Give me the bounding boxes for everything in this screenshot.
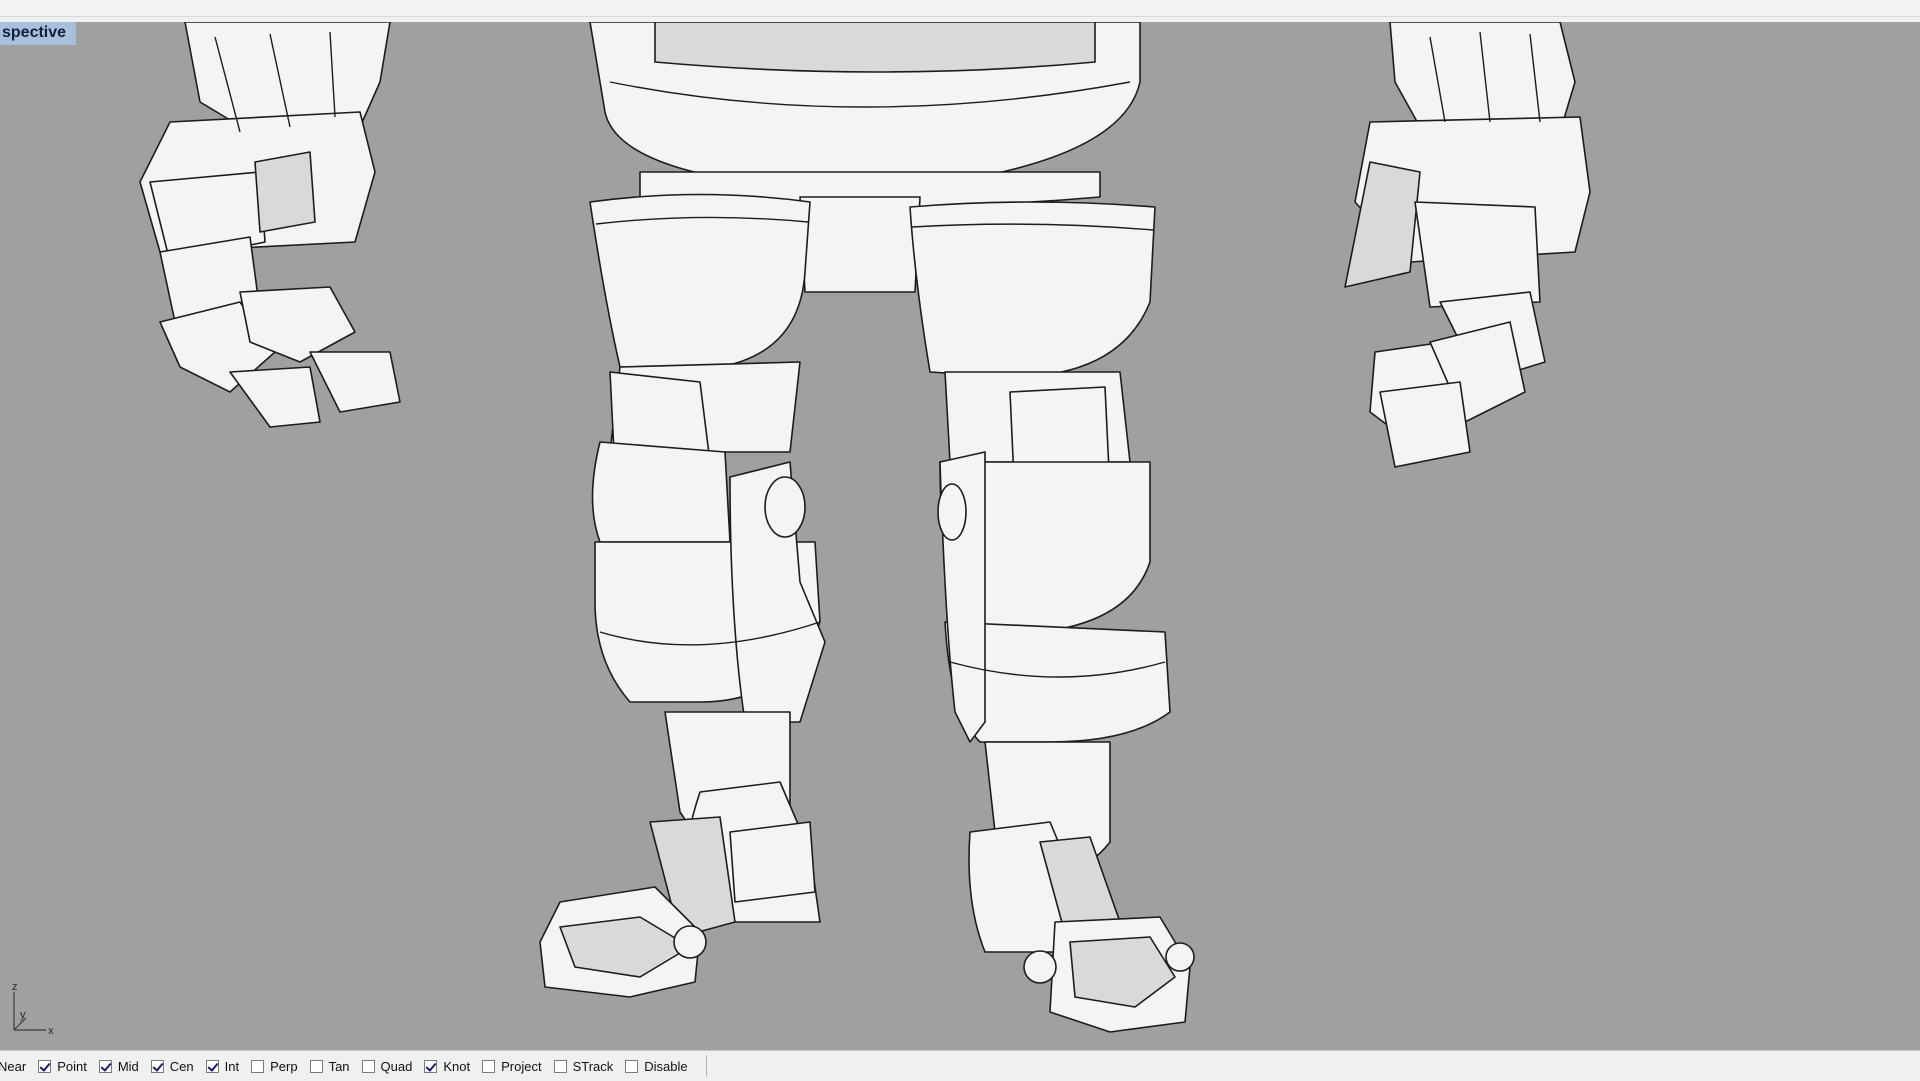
world-axes-icon: z y x	[6, 978, 66, 1038]
osnap-point-label: Point	[57, 1058, 87, 1074]
osnap-project-checkbox[interactable]	[482, 1059, 496, 1073]
osnap-cen[interactable]: Cen	[150, 1055, 194, 1077]
osnap-perp-label: Perp	[270, 1058, 298, 1074]
osnap-tan-label: Tan	[328, 1058, 350, 1074]
osnap-separator	[705, 1055, 707, 1077]
osnap-project[interactable]: Project	[482, 1055, 542, 1077]
robot-model[interactable]	[0, 22, 1920, 1050]
osnap-disable-checkbox[interactable]	[625, 1059, 639, 1073]
osnap-cen-checkbox[interactable]	[150, 1059, 164, 1073]
osnap-mid-label: Mid	[117, 1058, 139, 1074]
axis-z-label: z	[12, 981, 18, 993]
osnap-int-label: Int	[224, 1058, 240, 1074]
osnap-tan-checkbox[interactable]	[309, 1059, 323, 1073]
osnap-toolbar: Near Point Mid Cen Int Perp Tan Quad Kno…	[0, 1050, 1920, 1081]
osnap-near-label: Near	[0, 1058, 27, 1074]
osnap-disable-label: Disable	[644, 1058, 688, 1074]
axis-x-label: x	[48, 1025, 54, 1037]
perspective-viewport[interactable]: spective z y x	[0, 22, 1920, 1050]
left-hand	[139, 22, 401, 428]
osnap-mid[interactable]: Mid	[98, 1055, 139, 1077]
osnap-quad-label: Quad	[380, 1058, 413, 1074]
osnap-knot[interactable]: Knot	[424, 1055, 470, 1077]
viewport-title[interactable]: spective	[0, 22, 77, 45]
right-shin	[968, 741, 1195, 1033]
osnap-near[interactable]: Near	[0, 1055, 26, 1077]
osnap-strack-checkbox[interactable]	[553, 1059, 567, 1073]
osnap-perp-checkbox[interactable]	[251, 1059, 265, 1073]
osnap-int[interactable]: Int	[205, 1055, 240, 1077]
right-hand	[1344, 22, 1591, 468]
osnap-tan[interactable]: Tan	[309, 1055, 350, 1077]
osnap-knot-checkbox[interactable]	[424, 1059, 438, 1073]
osnap-mid-checkbox[interactable]	[98, 1059, 112, 1073]
osnap-int-checkbox[interactable]	[205, 1059, 219, 1073]
osnap-knot-label: Knot	[443, 1058, 471, 1074]
osnap-strack[interactable]: STrack	[553, 1055, 614, 1077]
osnap-perp[interactable]: Perp	[251, 1055, 298, 1077]
left-shin	[539, 711, 821, 998]
window-top-strip	[0, 0, 1920, 17]
osnap-disable[interactable]: Disable	[625, 1055, 688, 1077]
osnap-point[interactable]: Point	[38, 1055, 87, 1077]
osnap-strack-label: STrack	[572, 1058, 614, 1074]
osnap-point-checkbox[interactable]	[38, 1059, 52, 1073]
osnap-project-label: Project	[501, 1058, 542, 1074]
osnap-quad-checkbox[interactable]	[361, 1059, 375, 1073]
axis-y-label: y	[20, 1009, 26, 1021]
osnap-quad[interactable]: Quad	[361, 1055, 413, 1077]
osnap-cen-label: Cen	[169, 1058, 194, 1074]
